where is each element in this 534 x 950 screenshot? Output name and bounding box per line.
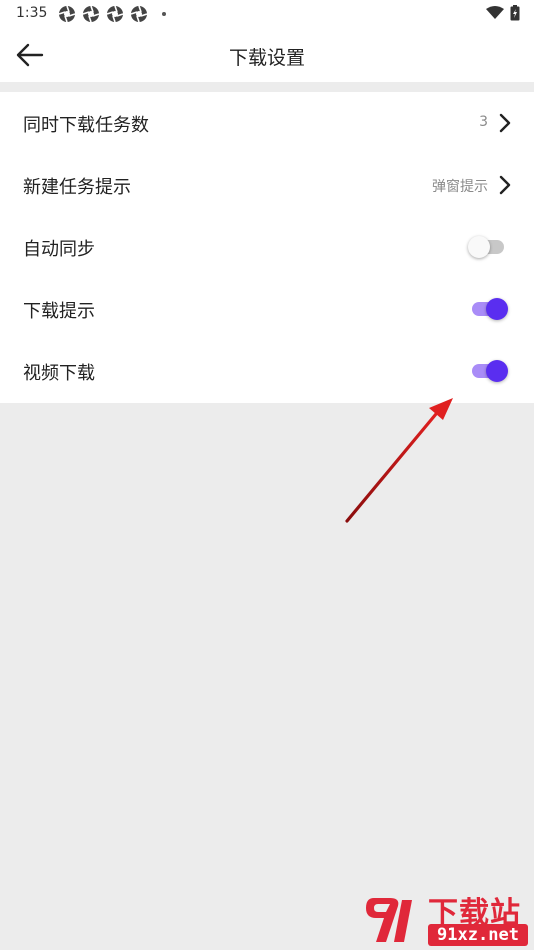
site-logo-icon [366, 898, 412, 942]
chevron-right-icon [499, 175, 511, 195]
aperture-icon [130, 5, 148, 23]
toggle-thumb [486, 360, 508, 382]
auto-sync-toggle[interactable] [468, 234, 508, 260]
status-time: 1:35 [16, 5, 48, 21]
page-title: 下载设置 [228, 47, 305, 69]
video-download-toggle[interactable] [468, 358, 508, 384]
settings-list: 同时下载任务数 3 新建任务提示 弹窗提示 自动同步 下载提示 视频下载 [0, 92, 534, 403]
setting-auto-sync: 自动同步 [0, 216, 534, 278]
aperture-icon [82, 5, 100, 23]
section-divider [0, 82, 534, 92]
more-notifications-dot [162, 12, 166, 16]
wifi-icon [486, 6, 504, 19]
setting-download-notification: 下载提示 [0, 278, 534, 340]
aperture-icon [58, 5, 76, 23]
setting-value: 3 [479, 114, 488, 130]
toggle-thumb [468, 236, 490, 258]
battery-charging-icon [510, 5, 520, 21]
setting-new-task-prompt[interactable]: 新建任务提示 弹窗提示 [0, 154, 534, 216]
download-notification-toggle[interactable] [468, 296, 508, 322]
status-bar: 1:35 [0, 0, 534, 28]
system-icons [486, 5, 520, 21]
chevron-right-icon [499, 113, 511, 133]
aperture-icon [106, 5, 124, 23]
notification-icons [58, 5, 148, 23]
watermark-domain: 91xz.net [428, 924, 528, 946]
setting-video-download: 视频下载 [0, 340, 534, 402]
watermark: 下载站 91xz.net [364, 888, 530, 948]
setting-label: 新建任务提示 [23, 177, 131, 198]
setting-label: 视频下载 [23, 363, 95, 384]
setting-concurrent-downloads[interactable]: 同时下载任务数 3 [0, 92, 534, 154]
setting-label: 下载提示 [23, 301, 95, 322]
setting-value: 弹窗提示 [432, 179, 488, 195]
app-bar: 下载设置 [0, 28, 534, 82]
toggle-thumb [486, 298, 508, 320]
setting-label: 同时下载任务数 [23, 115, 149, 136]
setting-label: 自动同步 [23, 239, 95, 260]
